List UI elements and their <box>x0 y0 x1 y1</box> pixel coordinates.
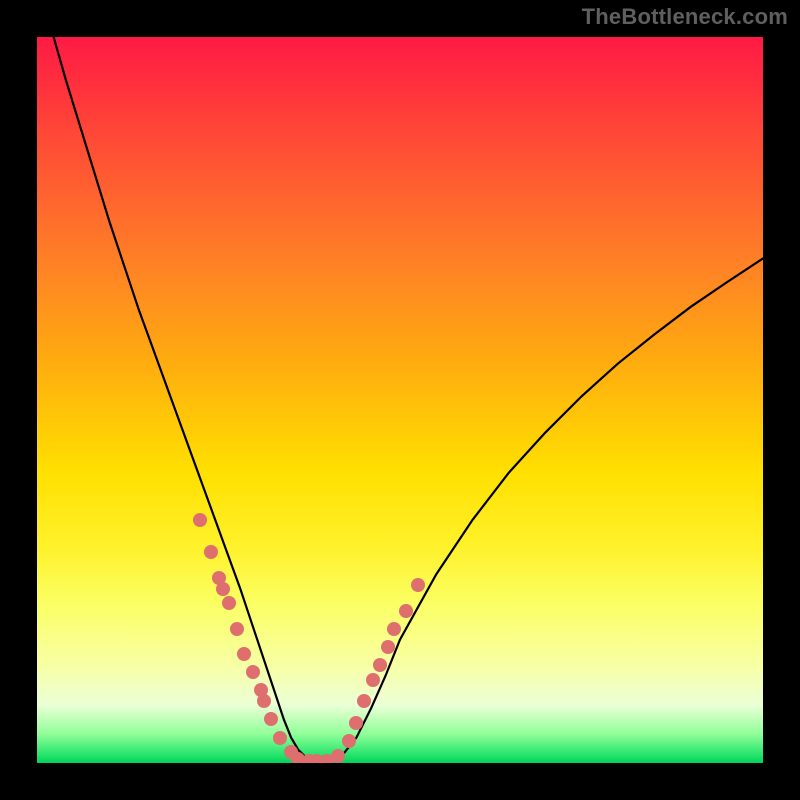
chart-frame: TheBottleneck.com <box>0 0 800 800</box>
plot-area <box>37 37 763 763</box>
watermark-text: TheBottleneck.com <box>582 4 788 30</box>
gradient-background <box>37 37 763 763</box>
